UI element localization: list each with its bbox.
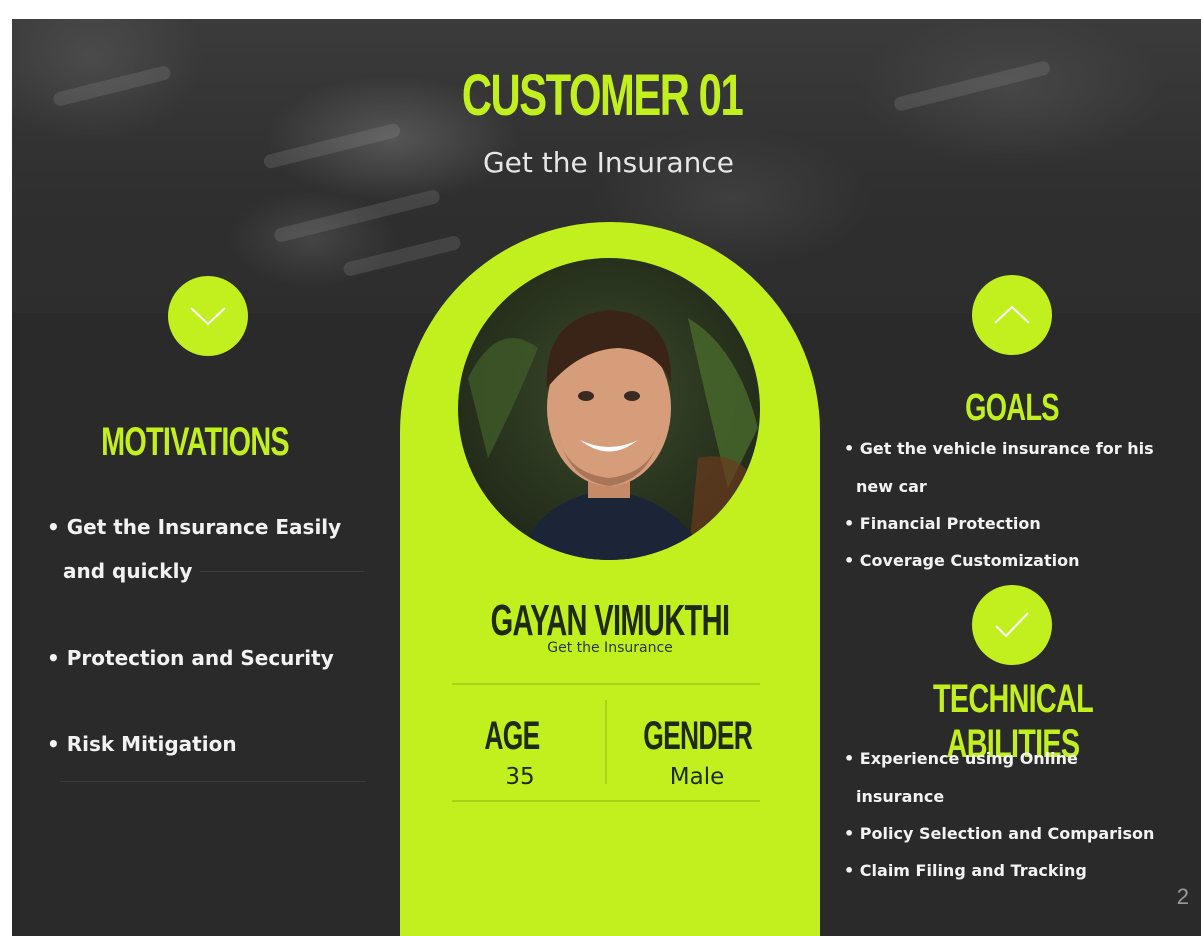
gender-value: Male: [669, 764, 725, 790]
motivation-item: and quickly: [63, 559, 193, 583]
page-subtitle: Get the Insurance: [482, 146, 735, 179]
chevron-down-icon: [168, 276, 248, 356]
gender-label: GENDER: [643, 714, 753, 758]
customer-role: Get the Insurance: [547, 640, 673, 656]
divider: [60, 781, 365, 782]
customer-name: GAYAN VIMUKTHI: [490, 596, 730, 645]
checkmark-icon: [972, 585, 1052, 665]
technical-item: • Policy Selection and Comparison: [844, 824, 1155, 843]
technical-item: • Claim Filing and Tracking: [844, 861, 1087, 880]
motivations-heading: MOTIVATIONS: [101, 420, 290, 464]
goal-item: • Financial Protection: [844, 514, 1041, 533]
goal-item: new car: [856, 477, 927, 496]
goals-heading: GOALS: [965, 387, 1059, 429]
card-divider-vertical: [605, 700, 607, 784]
technical-item: insurance: [856, 787, 945, 806]
person-photo: [458, 258, 760, 560]
motivation-item: • Protection and Security: [47, 646, 334, 670]
motivation-item: • Get the Insurance Easily: [47, 515, 342, 539]
technical-item: • Experience using Online: [844, 749, 1078, 768]
card-divider-bottom: [452, 800, 760, 802]
goal-item: • Get the vehicle insurance for his: [844, 439, 1154, 458]
age-label: AGE: [484, 714, 540, 758]
divider: [200, 571, 364, 572]
goal-item: • Coverage Customization: [844, 551, 1080, 570]
page-title: CUSTOMER 01: [461, 63, 744, 128]
chevron-up-icon: [972, 275, 1052, 355]
age-value: 35: [505, 764, 535, 790]
motivation-item: • Risk Mitigation: [47, 732, 237, 756]
card-divider-top: [452, 683, 760, 685]
page-number: 2: [1176, 884, 1189, 909]
